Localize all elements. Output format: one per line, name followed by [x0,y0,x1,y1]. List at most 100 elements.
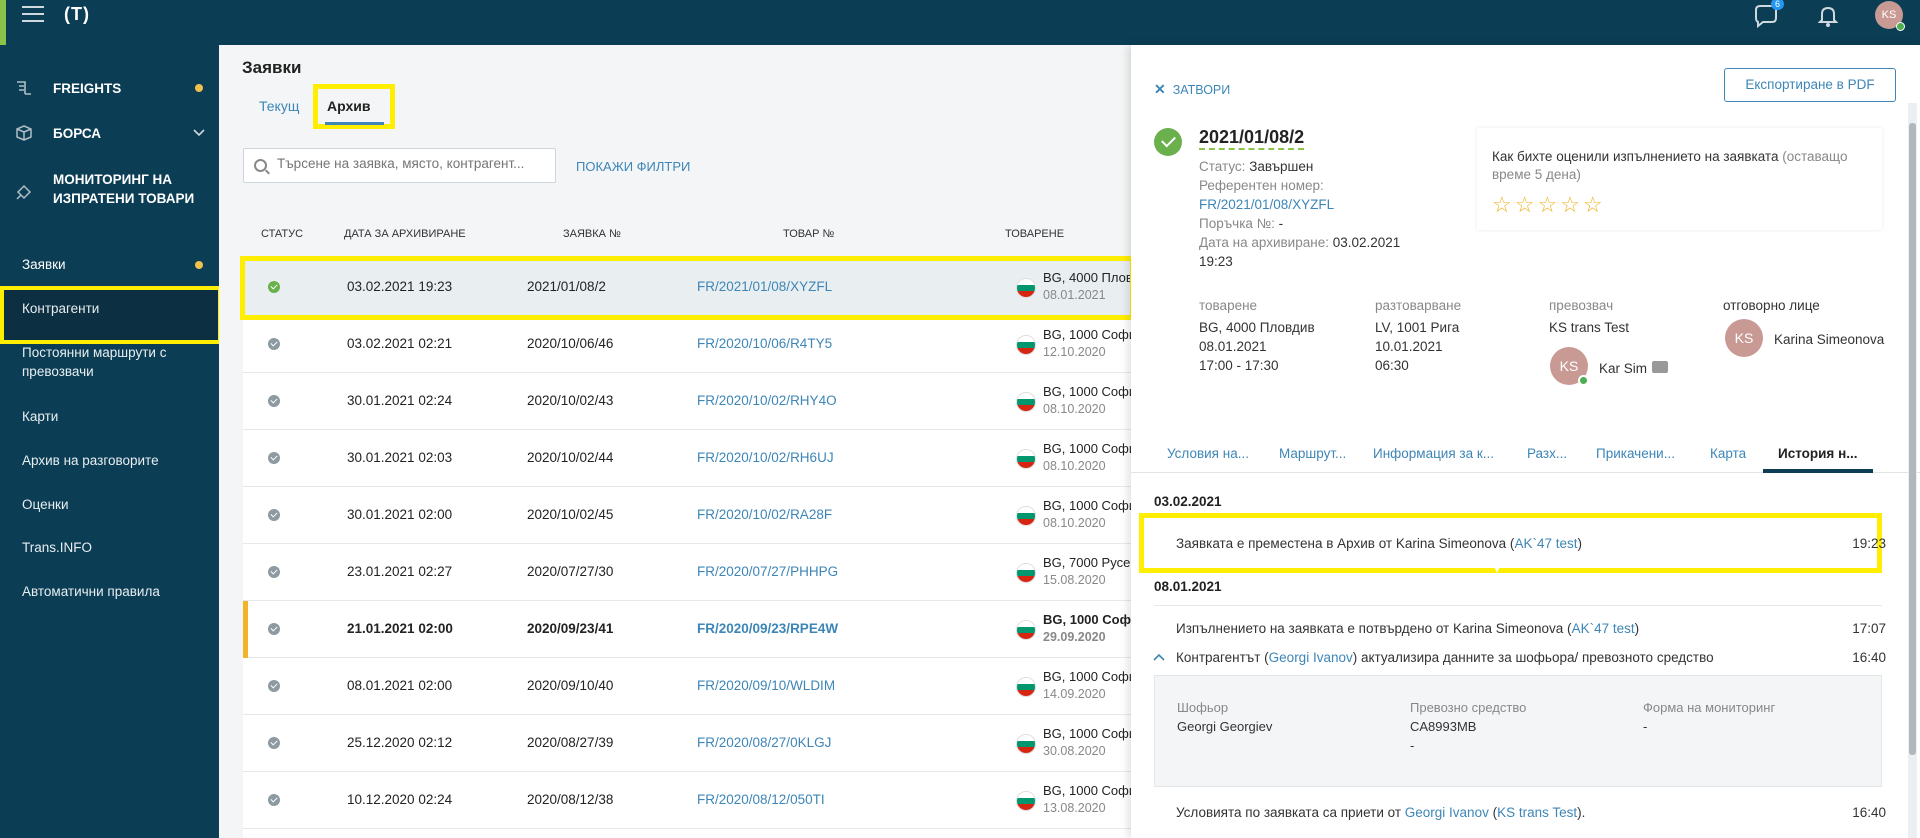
sidebar-item-freights[interactable]: FREIGHTS [0,79,219,103]
sidebar-item-ratings[interactable]: Оценки [22,495,69,514]
show-filters-link[interactable]: ПОКАЖИ ФИЛТРИ [576,159,690,174]
order-number-cell: 2020/08/12/38 [527,792,614,807]
cargo-number-link[interactable]: FR/2020/09/23/RPE4W [697,621,838,636]
tab-map[interactable]: Карта [1710,446,1746,461]
cargo-number-link[interactable]: FR/2020/08/27/0KLGJ [697,735,831,750]
export-pdf-button[interactable]: Експортиране в PDF [1724,68,1896,102]
sidebar-item-chat-archive[interactable]: Архив на разговорите [22,451,159,470]
reference-link[interactable]: FR/2021/01/08/XYZFL [1199,197,1334,212]
sidebar-item-exchange[interactable]: БОРСА [0,124,219,148]
cargo-number-link[interactable]: FR/2020/07/27/PHHPG [697,564,838,579]
tab-costs[interactable]: Разх... [1527,446,1567,461]
responsible-heading: отговорно лице [1723,298,1820,313]
bell-icon[interactable] [1814,2,1842,30]
loading-info: товарене BG, 4000 Пловдив 08.01.2021 17:… [1199,296,1315,375]
sidebar-item-transinfo[interactable]: Trans.INFO [22,538,92,557]
tab-current[interactable]: Текущ [259,98,299,114]
cargo-number-link[interactable]: FR/2020/10/06/R4TY5 [697,336,832,351]
vehicle-info: Превозно средство CA8993MB - [1410,698,1526,755]
unloading-date: 10.01.2021 [1375,339,1443,354]
scrollbar[interactable] [1908,103,1917,838]
carrier-heading: превозвач [1549,298,1614,313]
responsible-avatar[interactable]: KS [1725,319,1763,357]
table-row[interactable]: 30.01.2021 02:00 2020/10/02/45 FR/2020/10/… [243,487,1131,544]
chat-icon[interactable] [1652,361,1668,373]
loading-place-cell: BG, 1000 София [1043,612,1131,627]
freights-icon [17,81,31,95]
sidebar-item-label: FREIGHTS [53,81,122,96]
loading-place-cell: BG, 1000 София [1043,441,1131,456]
history-link[interactable]: Georgi Ivanov [1405,805,1489,820]
divider [1154,605,1882,606]
table-row[interactable]: 30.01.2021 02:24 2020/10/02/43 FR/2020/10/… [243,373,1131,430]
table-row[interactable]: 21.01.2021 02:00 2020/09/23/41 FR/2020/09/… [243,601,1131,658]
sidebar-item-contractors[interactable]: Контрагенти [22,299,99,318]
close-button[interactable]: ✕ ЗАТВОРИ [1154,81,1230,98]
cargo-number-link[interactable]: FR/2020/10/02/RHY4O [697,393,837,408]
loading-date-cell: 08.10.2020 [1043,459,1106,473]
status-check-icon [268,338,280,350]
column-header[interactable]: ЗАЯВКА № [563,228,621,240]
scrollbar-thumb[interactable] [1909,123,1916,755]
cargo-number-link[interactable]: FR/2020/10/02/RH6UJ [697,450,834,465]
star-rating-icons[interactable]: ☆☆☆☆☆ [1492,192,1606,218]
driver-name: Georgi Georgiev [1177,719,1273,734]
order-number-cell: 2020/09/23/41 [527,621,614,636]
history-link[interactable]: Georgi Ivanov [1269,650,1353,665]
cargo-number-link[interactable]: FR/2020/10/02/RA28F [697,507,832,522]
history-link[interactable]: AK`47 test [1514,536,1577,551]
column-header[interactable]: ТОВАР № [783,228,834,240]
column-header[interactable]: ДАТА ЗА АРХИВИРАНЕ [344,228,466,240]
column-header[interactable]: ТОВАРЕНЕ [1005,228,1064,240]
tab-history[interactable]: История н... [1778,446,1857,461]
archive-date-cell: 30.01.2021 02:03 [347,450,453,465]
history-text: Условията по заявката са приети от [1176,805,1405,820]
table-row[interactable]: 08.01.2021 02:00 2020/09/10/40 FR/2020/09/… [243,658,1131,715]
sidebar-item-maps[interactable]: Карти [22,407,58,426]
history-link[interactable]: KS trans Test [1497,805,1577,820]
tab-info[interactable]: Информация за к... [1373,446,1494,461]
tab-attachments[interactable]: Прикачени... [1596,446,1675,461]
table-row[interactable]: 30.01.2021 02:03 2020/10/02/44 FR/2020/10/… [243,430,1131,487]
history-link[interactable]: AK`47 test [1572,621,1635,636]
responsible-initials: KS [1734,330,1754,346]
history-text-pre: Контрагентът ( [1176,650,1269,665]
archive-date: 03.02.2021 [1332,235,1401,250]
table-row[interactable]: 03.02.2021 02:21 2020/10/06/46 FR/2020/10/… [243,316,1131,373]
tab-conditions[interactable]: Условия на... [1167,446,1249,461]
chevron-up-icon[interactable] [1153,652,1165,662]
menu-icon[interactable] [22,6,44,22]
bulgaria-flag-icon [1016,506,1036,526]
cargo-number-link[interactable]: FR/2020/09/10/WLDIM [697,678,835,693]
accent-strip [0,0,6,45]
bulgaria-flag-icon [1016,563,1036,583]
carrier-person-avatar[interactable]: KS [1550,347,1589,386]
table-row[interactable]: 23.01.2021 02:27 2020/07/27/30 FR/2020/07/… [243,544,1131,601]
cargo-number-link[interactable]: FR/2020/08/12/050TI [697,792,825,807]
search-field[interactable] [243,148,556,183]
table-row[interactable]: 25.12.2020 02:12 2020/08/27/39 FR/2020/08/… [243,715,1131,772]
user-avatar[interactable]: KS [1875,1,1905,31]
sidebar-item-routes[interactable]: Постоянни маршрути с превозвачи [22,343,192,381]
order-number-cell: 2020/10/06/46 [527,336,614,351]
archive-date-cell: 03.02.2021 02:21 [347,336,453,351]
responsible-name: Karina Simeonova [1774,332,1885,347]
status-check-icon [268,395,280,407]
loading-date-cell: 13.08.2020 [1043,801,1106,815]
driver-heading: Шофьор [1177,700,1229,715]
app-logo[interactable]: (T) [64,4,90,25]
sidebar-item-auto-rules[interactable]: Автоматични правила [22,582,160,601]
column-header[interactable]: СТАТУС [261,228,303,240]
loading-place-cell: BG, 7000 Русе [1043,555,1131,570]
bulgaria-flag-icon [1016,392,1036,412]
loading-date-cell: 30.08.2020 [1043,744,1106,758]
status-line: Статус: Завършен [1199,159,1313,174]
history-text-end: ) [1577,536,1582,551]
search-icon [254,159,267,172]
messages-icon[interactable]: 6 [1752,0,1784,30]
tab-route[interactable]: Маршрут... [1279,446,1346,461]
sidebar-item-monitoring[interactable]: МОНИТОРИНГ НА ИЗПРАТЕНИ ТОВАРИ [0,170,219,214]
sidebar-item-orders[interactable]: Заявки [22,255,66,274]
table-row[interactable]: 10.12.2020 02:24 2020/08/12/38 FR/2020/08/… [243,772,1131,829]
search-input[interactable] [277,156,547,171]
